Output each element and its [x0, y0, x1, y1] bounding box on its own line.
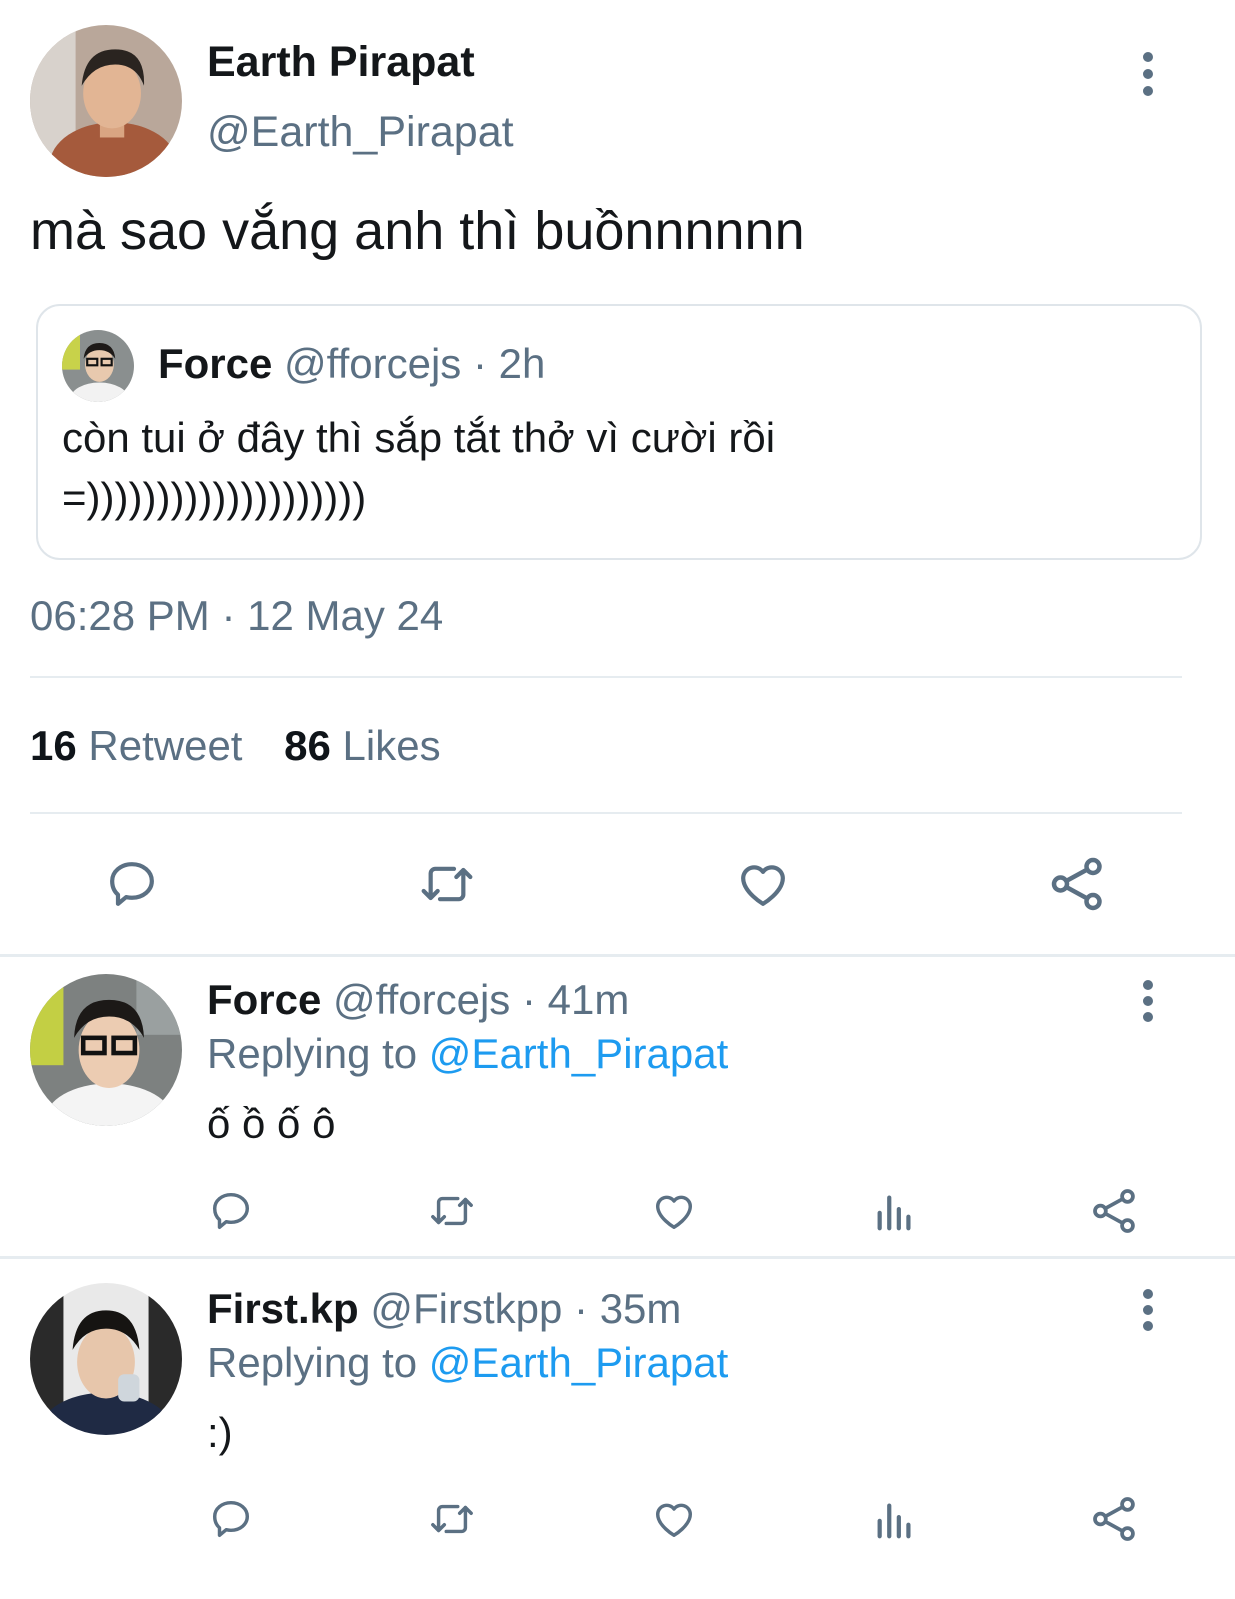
analytics-icon[interactable] [872, 1496, 918, 1542]
analytics-icon[interactable] [872, 1188, 918, 1234]
share-icon[interactable] [1048, 854, 1108, 914]
replying-to-label: Replying to [207, 1339, 418, 1386]
retweets-label: Retweet [88, 722, 243, 769]
quoted-text-line2: =)))))))))))))))))))) [62, 474, 367, 521]
replying-to-handle[interactable]: @Earth_Pirapat [429, 1339, 728, 1386]
more-options-icon[interactable] [1138, 1289, 1158, 1333]
quoted-author-avatar [62, 330, 134, 402]
quoted-author-meta: @fforcejs · 2h [284, 340, 546, 387]
engagement-stats: 16 Retweet 86 Likes [30, 722, 441, 770]
reply-avatar[interactable] [30, 974, 182, 1126]
author-avatar[interactable] [30, 25, 182, 177]
author-handle[interactable]: @Earth_Pirapat [207, 108, 514, 157]
likes-stat[interactable]: 86 Likes [284, 722, 440, 769]
share-icon[interactable] [1090, 1494, 1140, 1544]
divider [30, 676, 1182, 678]
reply-author-name[interactable]: Force [207, 976, 321, 1023]
more-options-icon[interactable] [1138, 52, 1158, 96]
reply-icon[interactable] [208, 1496, 254, 1542]
reply-icon[interactable] [104, 856, 160, 912]
more-options-icon[interactable] [1138, 980, 1158, 1024]
reply-text: ố ồ ố ô [207, 1100, 336, 1147]
author-name[interactable]: Earth Pirapat [207, 38, 475, 87]
reply-icon[interactable] [208, 1188, 254, 1234]
retweet-icon[interactable] [426, 1188, 478, 1234]
heart-icon[interactable] [734, 856, 792, 912]
replying-to-handle[interactable]: @Earth_Pirapat [429, 1030, 728, 1077]
divider [0, 954, 1235, 957]
quoted-text-line1: còn tui ở đây thì sắp tắt thở vì cười rồ… [62, 414, 776, 461]
heart-icon[interactable] [650, 1188, 698, 1234]
tweet-text: mà sao vắng anh thì buồnnnnnn [30, 201, 805, 261]
retweet-icon[interactable] [426, 1496, 478, 1542]
divider [0, 1256, 1235, 1259]
reply-author-meta: @fforcejs · 41m [333, 976, 630, 1023]
heart-icon[interactable] [650, 1496, 698, 1542]
reply-avatar[interactable] [30, 1283, 182, 1435]
tweet-timestamp[interactable]: 06:28 PM · 12 May 24 [30, 592, 443, 640]
reply-text: :) [207, 1409, 233, 1456]
reply-author-name[interactable]: First.kp [207, 1285, 359, 1332]
divider [30, 812, 1182, 814]
retweets-stat[interactable]: 16 Retweet [30, 722, 254, 769]
replying-to-label: Replying to [207, 1030, 418, 1077]
retweets-count: 16 [30, 722, 77, 769]
quoted-author-name: Force [158, 340, 273, 387]
reply-author-meta: @Firstkpp · 35m [370, 1285, 682, 1332]
likes-count: 86 [284, 722, 331, 769]
likes-label: Likes [342, 722, 441, 769]
share-icon[interactable] [1090, 1186, 1140, 1236]
retweet-icon[interactable] [416, 856, 478, 912]
quoted-tweet-card[interactable]: Force @fforcejs · 2h còn tui ở đây thì s… [36, 304, 1202, 560]
